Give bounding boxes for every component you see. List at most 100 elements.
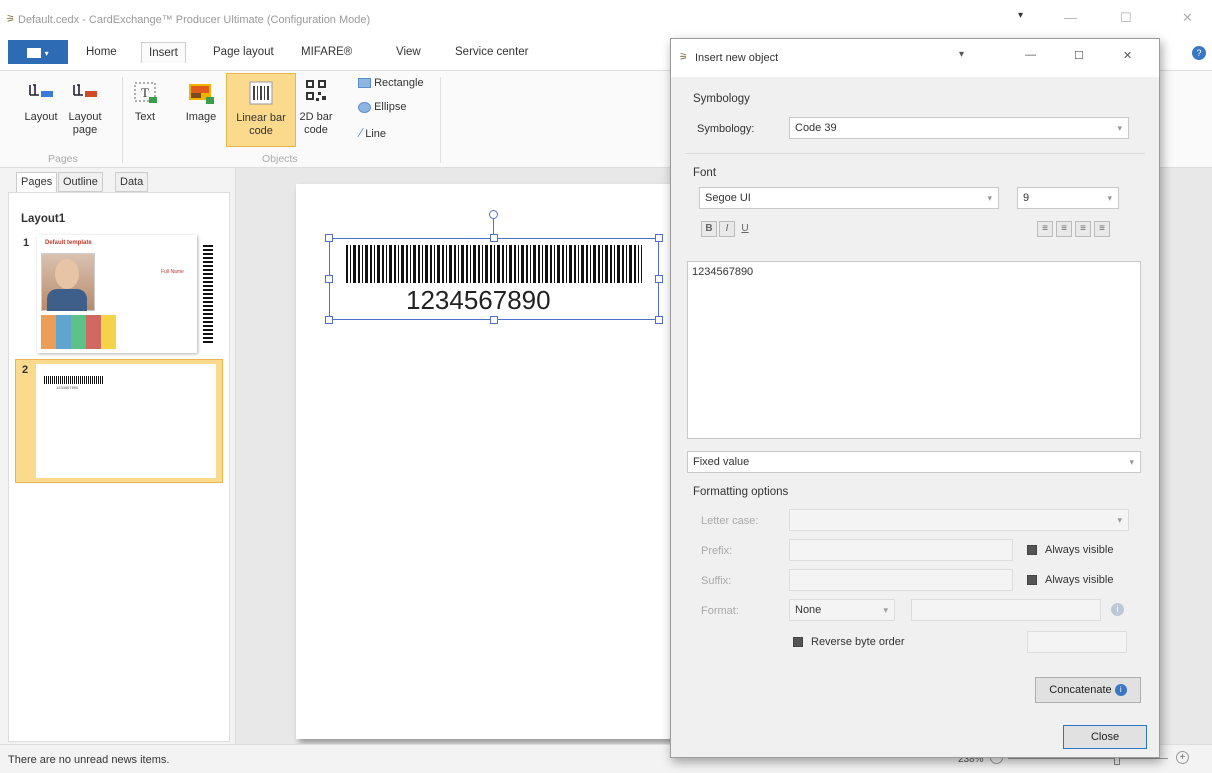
layout-page-label-1: Layout [68,111,102,123]
format-label: Format: [701,605,739,617]
barcode-bars [346,245,642,283]
resize-handle[interactable] [655,275,663,283]
section-divider [685,153,1145,154]
tab-view[interactable]: View [396,46,421,58]
format-value: None [795,604,822,616]
close-button[interactable]: Close [1063,725,1147,749]
layout-page-icon [73,84,97,97]
align-right-icon[interactable]: ≡ [1075,221,1091,237]
value-textarea[interactable]: 1234567890 [687,261,1141,439]
info-icon[interactable]: i [1111,603,1124,616]
resize-handle[interactable] [325,275,333,283]
close-label: Close [1090,731,1120,743]
page-number: 1 [23,237,30,249]
font-name-select[interactable]: Segoe UI ▾ [699,187,999,209]
barcode-object[interactable]: 1234567890 [329,238,659,320]
align-center-icon[interactable]: ≡ [1056,221,1072,237]
image-button[interactable]: Image [182,77,220,124]
layout-button[interactable]: Layout [20,77,62,124]
tab-insert[interactable]: Insert [141,42,186,63]
underline-button[interactable]: U [737,221,753,237]
suffix-input[interactable] [789,569,1013,591]
resize-handle[interactable] [655,234,663,242]
image-label: Image [185,111,217,123]
reverse-byte-order-input[interactable] [1027,631,1127,653]
format-input[interactable] [911,599,1101,621]
dropdown-icon[interactable]: ▾ [1018,10,1023,21]
align-left-icon[interactable]: ≡ [1037,221,1053,237]
rectangle-button[interactable]: Rectangle [358,77,424,89]
formatting-section-label: Formatting options [693,486,789,498]
bold-button[interactable]: B [701,221,717,237]
insert-object-dialog: ⚞ Insert new object ▾ — ☐ ✕ Symbology Sy… [670,38,1160,758]
zoom-slider-track[interactable] [1008,758,1168,759]
image-icon [189,84,214,104]
always-visible-prefix-label: Always visible [1045,544,1114,556]
dialog-title: Insert new object [695,52,779,64]
page-number: 2 [22,364,29,376]
value-type-select[interactable]: Fixed value ▾ [687,451,1141,473]
tab-mifare[interactable]: MIFARE® [301,46,352,58]
resize-handle[interactable] [325,234,333,242]
reverse-byte-order-checkbox[interactable] [793,637,803,647]
tab-page-layout[interactable]: Page layout [213,46,274,58]
dialog-minimize-button[interactable]: — [1025,49,1036,61]
portrait-body-shape [47,289,87,311]
line-button[interactable]: ⁄ Line [360,125,386,140]
chevron-down-icon: ▾ [1129,457,1134,467]
tab-data[interactable]: Data [115,172,149,192]
close-window-button[interactable]: ✕ [1182,10,1193,26]
always-visible-suffix-checkbox[interactable] [1027,575,1037,585]
2d-barcode-button[interactable]: 2D bar code [298,77,334,137]
file-menu-icon [27,47,42,58]
ribbon-separator [122,77,123,163]
page-thumbnail-2-selected[interactable]: 2 1234567890 [15,359,223,483]
concatenate-button[interactable]: Concatenate i [1035,677,1141,703]
minimize-button[interactable]: — [1064,10,1077,25]
italic-button[interactable]: I [719,221,735,237]
resize-handle[interactable] [325,316,333,324]
prefix-input[interactable] [789,539,1013,561]
resize-handle[interactable] [655,316,663,324]
always-visible-prefix-checkbox[interactable] [1027,545,1037,555]
align-justify-icon[interactable]: ≡ [1094,221,1110,237]
app-logo-icon: ⚞ [6,14,15,25]
maximize-button[interactable]: ☐ [1120,10,1132,26]
rotation-handle[interactable] [489,210,498,219]
font-size-value: 9 [1023,192,1030,204]
thumbnail-caption: Default template [45,240,92,246]
resize-handle[interactable] [490,234,498,242]
page-thumbnail-1[interactable]: Default template Full Name [37,235,213,353]
tab-outline[interactable]: Outline [58,172,103,192]
rectangle-label: Rectangle [374,77,424,89]
zoom-in-icon[interactable]: + [1176,751,1189,764]
tab-pages[interactable]: Pages [16,172,58,192]
linear-barcode-button[interactable]: Linear bar code [226,73,296,147]
pin-icon[interactable]: ▾ [959,49,964,60]
linear-barcode-icon [249,81,273,105]
title-bar: ⚞ Default.cedx - CardExchange™ Producer … [0,0,1212,40]
status-message: There are no unread news items. [8,754,170,766]
letter-case-label: Letter case: [701,515,759,527]
always-visible-suffix-label: Always visible [1045,574,1114,586]
resize-handle[interactable] [490,316,498,324]
dialog-maximize-button[interactable]: ☐ [1074,49,1084,62]
text-button[interactable]: T Text [130,77,160,124]
help-icon[interactable]: ? [1192,46,1206,60]
thumbnail-barcode [44,376,104,384]
letter-case-select[interactable]: ▾ [789,509,1129,531]
prefix-label: Prefix: [701,545,733,557]
card-page[interactable]: 1234567890 [296,184,726,739]
symbology-select[interactable]: Code 39 ▾ [789,117,1129,139]
file-menu-button[interactable]: ▾ [8,40,68,64]
thumbnail-name-tag: Full Name [161,269,184,275]
font-name-value: Segoe UI [705,192,751,204]
dialog-close-icon[interactable]: ✕ [1123,49,1132,62]
format-select[interactable]: None ▾ [789,599,895,621]
ellipse-button[interactable]: Ellipse [358,101,406,113]
tab-service-center[interactable]: Service center [455,46,529,58]
2d-barcode-label-2: code [304,124,328,136]
layout-page-button[interactable]: Layout page [64,77,106,137]
font-size-select[interactable]: 9 ▾ [1017,187,1119,209]
tab-home[interactable]: Home [86,46,117,58]
